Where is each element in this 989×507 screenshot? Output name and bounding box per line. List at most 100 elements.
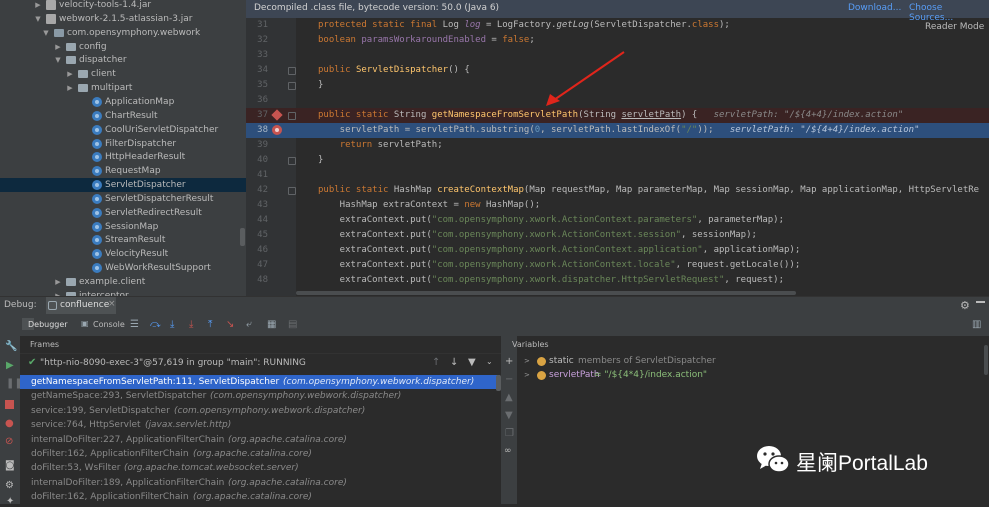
chevron-down-icon[interactable]: ▼ xyxy=(34,12,42,26)
tree-item[interactable]: ▼ webwork-2.1.5-atlassian-3.jar xyxy=(0,12,246,26)
stack-frame-row[interactable]: doFilter:162, ApplicationFilterChain (org… xyxy=(20,490,500,504)
class-icon xyxy=(92,193,102,204)
force-step-into-icon[interactable]: ⤓ xyxy=(189,319,193,330)
chevron-right-icon[interactable]: > xyxy=(524,355,530,368)
code-editor[interactable]: Decompiled .class file, bytecode version… xyxy=(246,0,989,296)
stack-frame-row[interactable]: internalDoFilter:189, ApplicationFilterC… xyxy=(20,476,500,490)
copy-icon[interactable]: ❐ xyxy=(505,428,514,439)
tree-item[interactable]: ▼ com.opensymphony.webwork xyxy=(0,26,246,40)
tree-item[interactable]: StreamResult xyxy=(0,233,246,247)
chevron-down-icon[interactable]: ▼ xyxy=(42,26,50,40)
tree-item[interactable]: RequestMap xyxy=(0,164,246,178)
drop-frame-icon[interactable]: ⤶ xyxy=(246,319,252,330)
tree-item[interactable]: VelocityResult xyxy=(0,247,246,261)
step-into-icon[interactable]: ⤓ xyxy=(170,319,174,330)
jar-icon xyxy=(46,13,56,24)
class-icon xyxy=(92,138,102,149)
grid-icon[interactable]: ▤ xyxy=(288,319,297,330)
tree-item[interactable]: ▶ config xyxy=(0,40,246,54)
step-over-icon[interactable]: ⤼ xyxy=(150,319,161,330)
tab-console[interactable]: Console xyxy=(93,320,125,329)
camera-icon[interactable]: ◙ xyxy=(5,460,15,471)
infinity-icon[interactable]: ∞ xyxy=(504,446,512,456)
chevron-right-icon[interactable]: ▶ xyxy=(66,81,74,95)
wrench-icon[interactable]: 🔧 xyxy=(5,341,17,352)
chevron-down-icon[interactable]: ▼ xyxy=(54,53,62,67)
down-arrow-icon[interactable]: ↓ xyxy=(450,357,458,368)
frame-method: doFilter:162, ApplicationFilterChain xyxy=(31,492,189,503)
settings-icon[interactable]: ⚙ xyxy=(5,480,14,491)
tree-item-label: ApplicationMap xyxy=(105,96,175,107)
folder-icon xyxy=(66,42,76,51)
stack-frame-row[interactable]: service:764, HttpServlet (javax.servlet.h… xyxy=(20,418,500,432)
tree-item[interactable]: WebWorkResultSupport xyxy=(0,261,246,275)
resume-icon[interactable]: ▶ xyxy=(6,360,14,371)
tree-scrollbar[interactable] xyxy=(240,228,245,246)
mute-breakpoints-icon[interactable]: ⊘ xyxy=(5,436,13,447)
tree-item-label: velocity-tools-1.4.jar xyxy=(59,0,152,10)
tree-item[interactable]: ▶ client xyxy=(0,67,246,81)
variables-scrollbar[interactable] xyxy=(984,345,988,375)
tree-item[interactable]: FilterDispatcher xyxy=(0,137,246,151)
tree-item-label: interceptor xyxy=(79,290,129,296)
static-members-icon xyxy=(537,357,546,366)
gear-icon[interactable]: ⚙ xyxy=(960,299,970,312)
chevron-right-icon[interactable]: ▶ xyxy=(54,289,62,296)
stack-frame-row[interactable]: doFilter:162, ApplicationFilterChain (org… xyxy=(20,447,500,461)
chevron-down-icon[interactable]: ⌄ xyxy=(486,357,493,366)
tree-item-label: ServletDispatcherResult xyxy=(105,193,214,204)
tree-item[interactable]: ▶ interceptor xyxy=(0,289,246,296)
tree-item[interactable]: ApplicationMap xyxy=(0,95,246,109)
stop-icon[interactable] xyxy=(5,400,14,409)
layout-icon[interactable]: ▥ xyxy=(972,319,981,330)
chevron-right-icon[interactable]: ▶ xyxy=(66,67,74,81)
tree-item[interactable]: SessionMap xyxy=(0,220,246,234)
step-out-icon[interactable]: ⤒ xyxy=(208,319,212,330)
tree-item[interactable]: ServletDispatcher xyxy=(0,178,246,193)
stack-frame-row[interactable]: getNameSpace:293, ServletDispatcher (com.… xyxy=(20,389,500,403)
tree-item-label: StreamResult xyxy=(105,235,166,246)
move-down-icon[interactable]: ▼ xyxy=(505,410,513,421)
chevron-right-icon[interactable]: ▶ xyxy=(34,0,42,12)
pin-icon[interactable]: ✦ xyxy=(6,496,14,507)
run-to-cursor-icon[interactable]: ↘ xyxy=(226,319,234,330)
tree-item[interactable]: CoolUriServletDispatcher xyxy=(0,123,246,137)
add-watch-icon[interactable]: + xyxy=(505,356,513,367)
folder-icon xyxy=(66,278,76,286)
minimize-icon[interactable] xyxy=(976,301,985,303)
chevron-right-icon[interactable]: ▶ xyxy=(54,275,62,289)
thread-selector[interactable]: ✔ "http-nio-8090-exec-3"@57,619 in group… xyxy=(20,356,500,372)
editor-horizontal-scrollbar[interactable] xyxy=(296,291,796,295)
stack-frame-row[interactable]: getNamespaceFromServletPath:111, Servlet… xyxy=(20,375,500,389)
tree-item[interactable]: ▶ example.client xyxy=(0,275,246,289)
frame-method: service:199, ServletDispatcher xyxy=(31,405,170,416)
tree-item[interactable]: ▼ dispatcher xyxy=(0,53,246,67)
tree-item[interactable]: ChartResult xyxy=(0,109,246,123)
stack-frame-row[interactable]: doFilter:53, WsFilter (org.apache.tomcat.… xyxy=(20,461,500,475)
remove-icon[interactable]: − xyxy=(505,374,513,385)
frame-package: (org.apache.tomcat.websocket.server) xyxy=(124,463,299,474)
chevron-right-icon[interactable]: ▶ xyxy=(54,40,62,54)
package-icon xyxy=(54,28,64,37)
class-icon xyxy=(92,249,102,260)
tree-item-label: WebWorkResultSupport xyxy=(105,263,211,274)
evaluate-icon[interactable]: ▦ xyxy=(267,319,276,330)
tree-item[interactable]: ServletRedirectResult xyxy=(0,206,246,220)
tab-debugger[interactable]: Debugger xyxy=(28,320,68,329)
menu-icon[interactable]: ☰ xyxy=(130,319,139,330)
stack-frame-row[interactable]: internalDoFilter:227, ApplicationFilterC… xyxy=(20,433,500,447)
chevron-right-icon[interactable]: > xyxy=(524,369,530,382)
stack-frame-row[interactable]: service:199, ServletDispatcher (com.opens… xyxy=(20,404,500,418)
tree-item-label: client xyxy=(91,69,116,80)
tree-item[interactable]: ▶ velocity-tools-1.4.jar xyxy=(0,0,246,12)
filter-icon[interactable]: ▼ xyxy=(468,357,476,368)
close-icon[interactable]: × xyxy=(108,299,116,309)
up-arrow-icon[interactable]: ↑ xyxy=(432,357,440,368)
move-up-icon[interactable]: ▲ xyxy=(505,392,513,403)
tree-item[interactable]: ▶ multipart xyxy=(0,81,246,95)
tree-item[interactable]: ServletDispatcherResult xyxy=(0,192,246,206)
view-breakpoints-icon[interactable]: ● xyxy=(5,418,14,429)
tree-item[interactable]: HttpHeaderResult xyxy=(0,150,246,164)
variable-name: servletPath xyxy=(549,370,600,380)
divider xyxy=(20,353,516,354)
